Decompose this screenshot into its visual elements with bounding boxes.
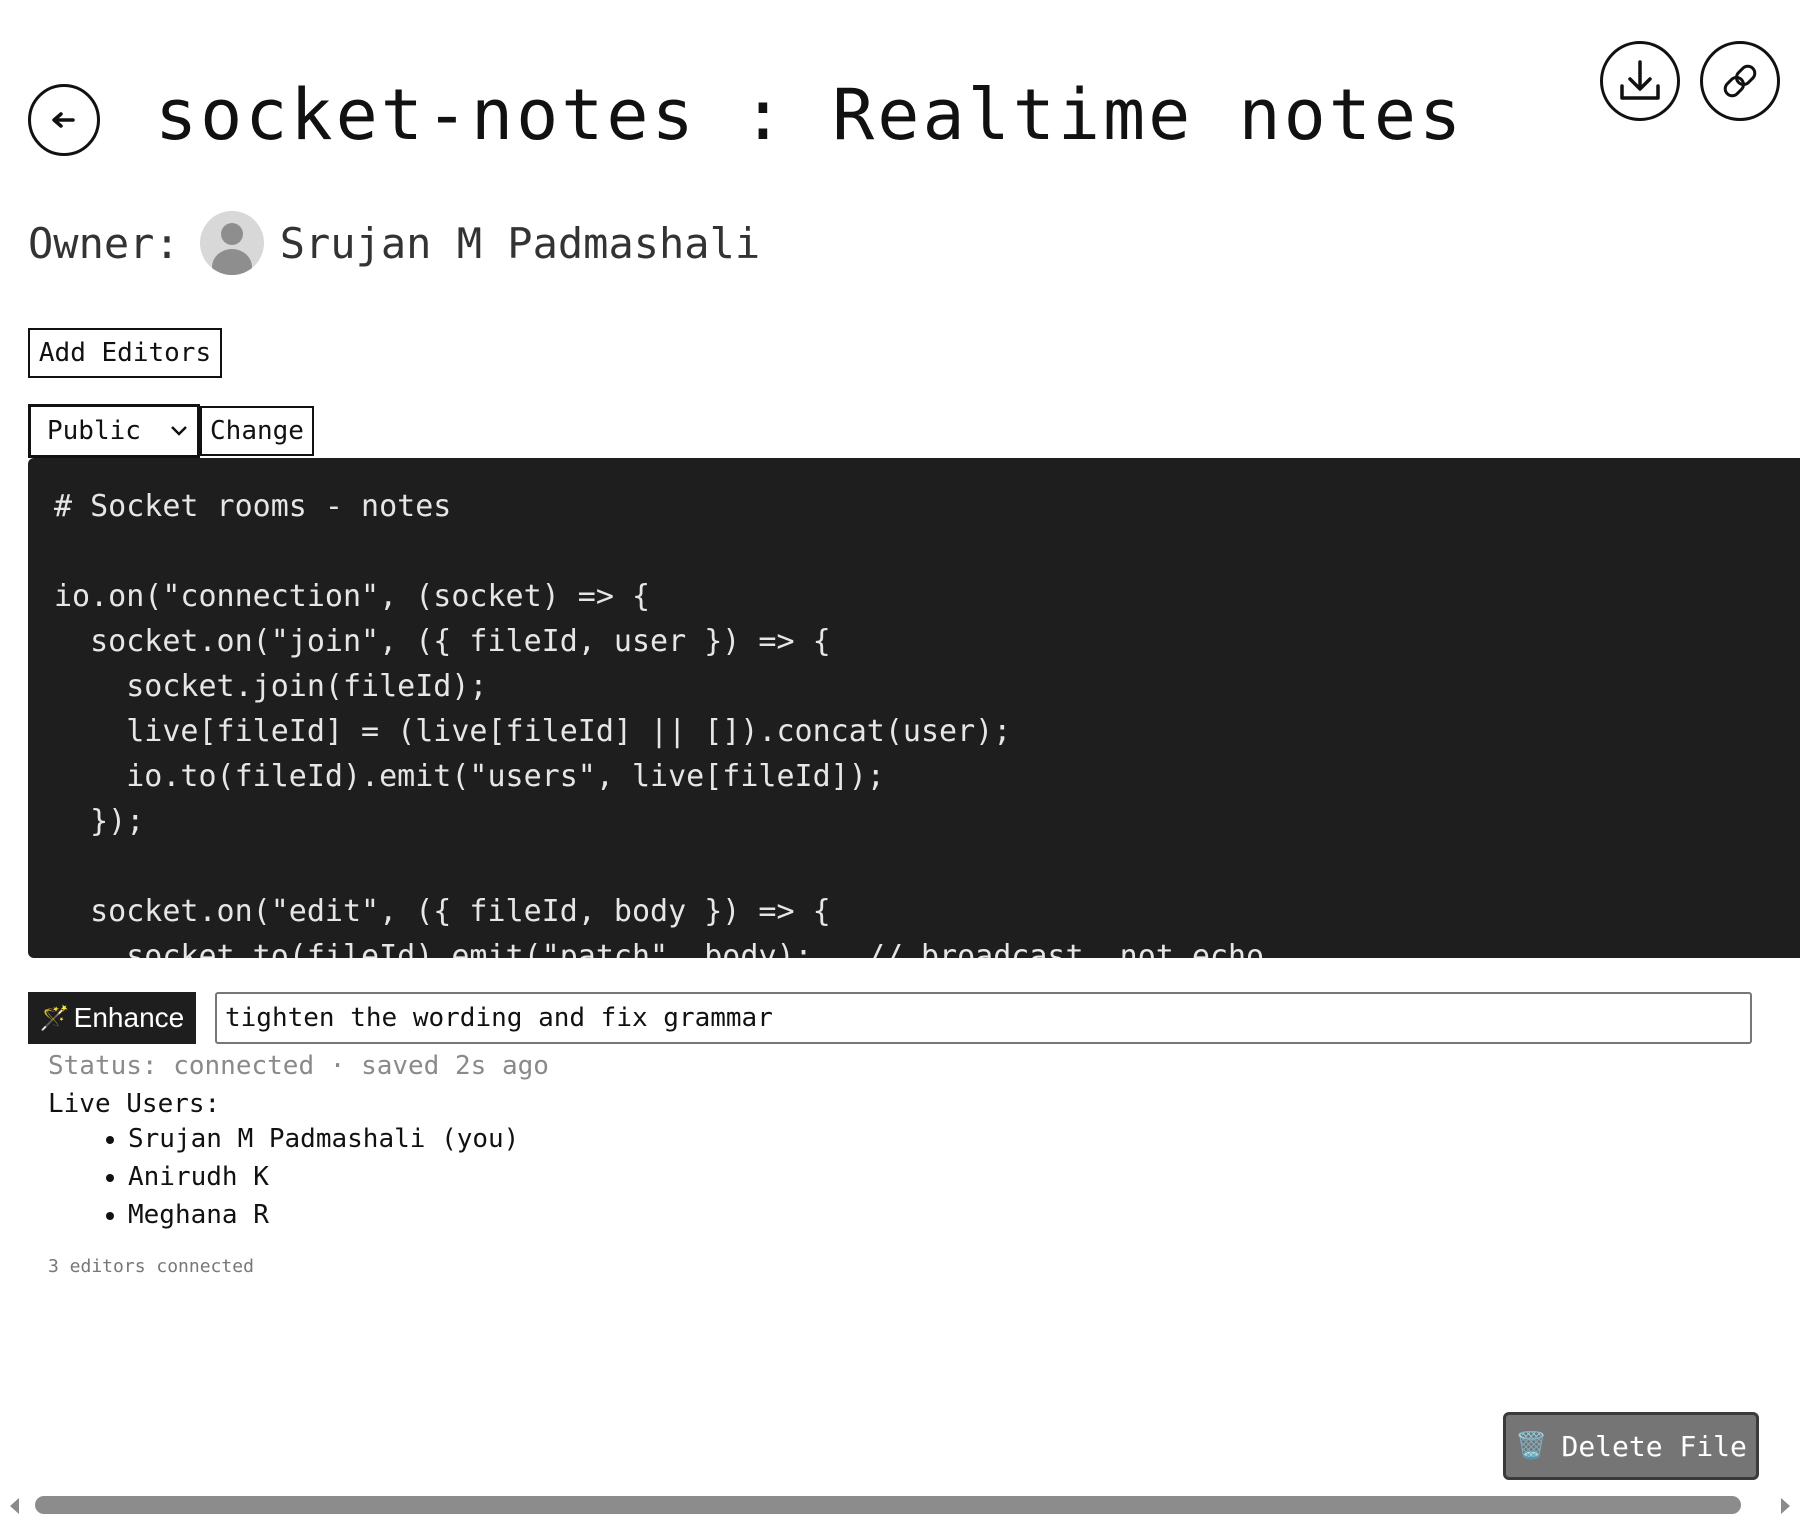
back-arrow-icon	[52, 112, 75, 128]
magic-wand-icon: 🪄	[39, 1004, 70, 1032]
chevron-down-icon	[171, 426, 187, 436]
delete-file-button[interactable]: 🗑️ Delete File	[1503, 1412, 1759, 1480]
horizontal-scrollbar[interactable]	[0, 1490, 1800, 1520]
owner-row: Owner: Srujan M Padmashali	[28, 210, 760, 276]
download-button[interactable]	[1600, 41, 1680, 121]
status-text: Status: connected · saved 2s ago	[48, 1051, 549, 1081]
trash-icon: 🗑️	[1515, 1431, 1548, 1461]
visibility-select[interactable]: Public	[28, 404, 200, 458]
enhance-button-label: Enhance	[73, 1002, 185, 1033]
user-avatar-icon	[199, 211, 264, 275]
owner-name: Srujan M Padmashali	[279, 218, 761, 268]
list-item: Meghana R	[128, 1196, 519, 1234]
add-editors-button[interactable]: Add Editors	[28, 328, 222, 378]
page-title: socket-notes : Realtime notes	[155, 74, 1465, 156]
scroll-right-icon[interactable]	[1781, 1498, 1790, 1514]
copy-link-button[interactable]	[1700, 41, 1780, 121]
change-visibility-button[interactable]: Change	[200, 406, 314, 456]
delete-file-label: Delete File	[1561, 1429, 1747, 1463]
scrollbar-thumb[interactable]	[35, 1496, 1741, 1514]
editor-content[interactable]: # Socket rooms - notes io.on("connection…	[54, 484, 1800, 958]
back-button[interactable]	[28, 84, 100, 156]
editors-count: 3 editors connected	[48, 1256, 254, 1277]
list-item: Anirudh K	[128, 1158, 519, 1196]
list-item: Srujan M Padmashali (you)	[128, 1120, 519, 1158]
visibility-selected-value: Public	[47, 416, 141, 446]
live-users-list: Srujan M Padmashali (you) Anirudh K Megh…	[76, 1120, 519, 1234]
link-icon	[1723, 64, 1757, 98]
enhance-button[interactable]: 🪄 Enhance	[28, 992, 196, 1044]
enhance-prompt-input[interactable]	[215, 992, 1752, 1044]
live-users-label: Live Users:	[48, 1089, 221, 1119]
owner-label: Owner:	[28, 218, 180, 268]
code-editor[interactable]: # Socket rooms - notes io.on("connection…	[28, 458, 1800, 958]
scroll-left-icon[interactable]	[10, 1498, 19, 1514]
download-icon	[1620, 60, 1660, 100]
